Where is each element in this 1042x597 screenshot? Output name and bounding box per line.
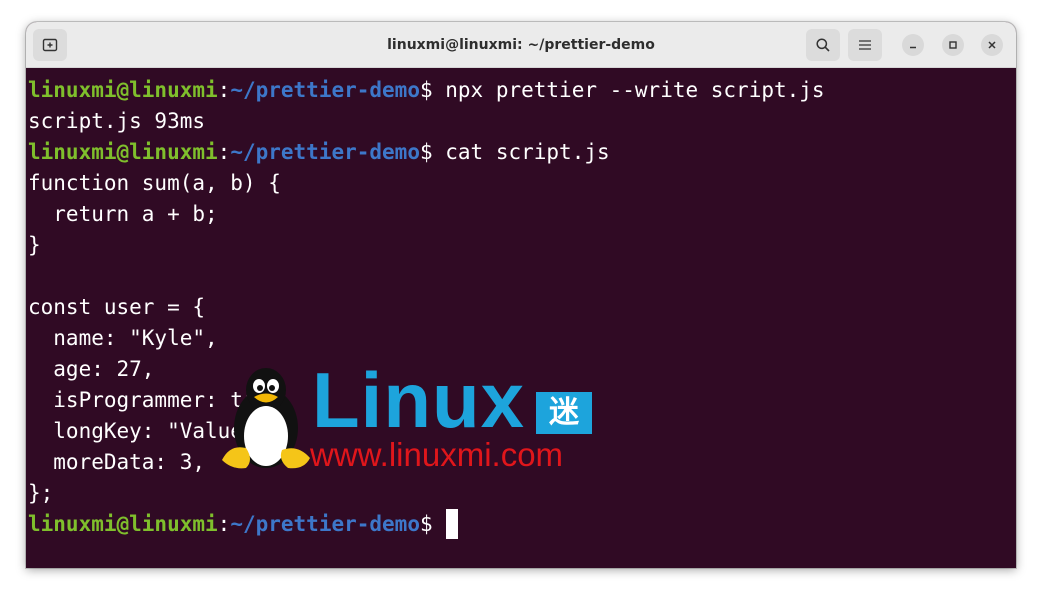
search-icon: [816, 38, 830, 52]
prompt-separator: :: [217, 512, 231, 536]
terminal-output[interactable]: linuxmi@linuxmi:~/prettier-demo$ npx pre…: [26, 69, 1016, 568]
prompt-line: linuxmi@linuxmi:~/prettier-demo$ npx pre…: [28, 75, 1016, 106]
minimize-icon: [910, 46, 916, 49]
prompt-line: linuxmi@linuxmi:~/prettier-demo$: [28, 509, 1016, 540]
prompt-path: ~/prettier-demo: [230, 512, 420, 536]
command-text: npx prettier --write script.js: [432, 78, 825, 102]
code-line: isProgrammer: true,: [28, 388, 294, 412]
code-line: };: [28, 481, 54, 505]
prompt-separator: :: [217, 140, 231, 164]
code-line: function sum(a, b) {: [28, 171, 281, 195]
prompt-symbol: $: [419, 78, 433, 102]
code-line: name: "Kyle",: [28, 326, 218, 350]
output-line: script.js 93ms: [28, 109, 206, 133]
terminal-window: linuxmi@linuxmi: ~/prettier-demo linuxmi…: [26, 22, 1016, 568]
prompt-symbol: $: [419, 512, 433, 536]
prompt-line: linuxmi@linuxmi:~/prettier-demo$ cat scr…: [28, 137, 1016, 168]
close-button[interactable]: [981, 34, 1003, 56]
code-line: const user = {: [28, 295, 206, 319]
prompt-path: ~/prettier-demo: [230, 78, 420, 102]
close-icon: [988, 41, 996, 49]
hamburger-menu-icon: [859, 40, 871, 50]
command-text: cat script.js: [432, 140, 610, 164]
code-line: moreData: 3,: [28, 450, 206, 474]
prompt-separator: :: [217, 78, 231, 102]
maximize-button[interactable]: [942, 34, 964, 56]
terminal-cursor: [445, 509, 458, 539]
minimize-button[interactable]: [902, 34, 924, 56]
new-tab-icon: [42, 38, 58, 52]
title-bar: linuxmi@linuxmi: ~/prettier-demo: [26, 22, 1016, 68]
menu-button[interactable]: [848, 29, 882, 61]
prompt-user: linuxmi@linuxmi: [28, 140, 218, 164]
code-line: age: 27,: [28, 357, 155, 381]
prompt-path: ~/prettier-demo: [230, 140, 420, 164]
code-line: }: [28, 233, 41, 257]
new-tab-button[interactable]: [33, 29, 67, 61]
code-line: longKey: "Value",: [28, 419, 269, 443]
maximize-icon: [949, 41, 957, 49]
prompt-user: linuxmi@linuxmi: [28, 78, 218, 102]
code-line: return a + b;: [28, 202, 218, 226]
prompt-user: linuxmi@linuxmi: [28, 512, 218, 536]
prompt-symbol: $: [419, 140, 433, 164]
search-button[interactable]: [806, 29, 840, 61]
